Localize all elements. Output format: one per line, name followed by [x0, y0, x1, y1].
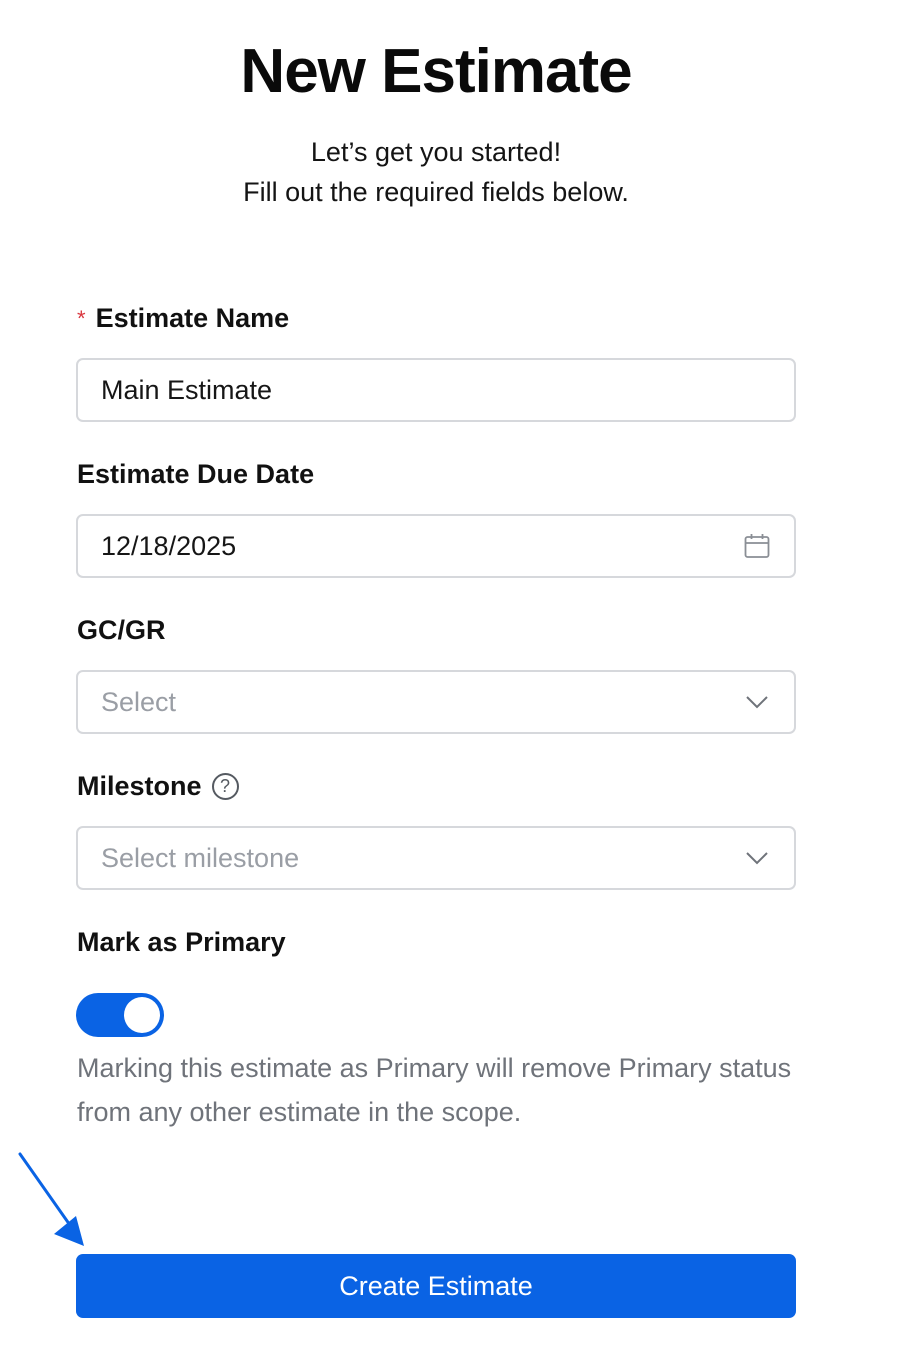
due-date-input[interactable]: 12/18/2025: [76, 514, 796, 578]
gc-gr-label-text: GC/GR: [77, 615, 166, 645]
chevron-down-icon: [742, 843, 772, 873]
gc-gr-placeholder: Select: [101, 686, 177, 717]
milestone-label: Milestone ?: [77, 771, 239, 802]
page-title: New Estimate: [240, 37, 632, 106]
primary-helper-text: Marking this estimate as Primary will re…: [77, 1053, 792, 1127]
due-date-label: Estimate Due Date: [77, 459, 314, 490]
estimate-name-value: Main Estimate: [101, 374, 273, 405]
toggle-knob: [124, 997, 160, 1033]
new-estimate-page: New Estimate Let’s get you started! Fill…: [0, 0, 908, 1362]
primary-label: Mark as Primary: [77, 927, 286, 958]
due-date-value: 12/18/2025: [101, 530, 237, 561]
pointer-arrow-icon: [18, 1152, 84, 1246]
due-date-label-text: Estimate Due Date: [77, 459, 315, 489]
milestone-placeholder: Select milestone: [101, 842, 300, 873]
milestone-select[interactable]: Select milestone: [76, 826, 796, 890]
subtitle-line-2: Fill out the required fields below.: [243, 177, 629, 207]
help-icon[interactable]: ?: [211, 773, 239, 800]
create-estimate-button[interactable]: Create Estimate: [76, 1254, 796, 1318]
subtitle-line-1: Let’s get you started!: [310, 137, 562, 167]
estimate-name-input[interactable]: Main Estimate: [76, 358, 796, 422]
estimate-name-label-text: Estimate Name: [95, 303, 290, 333]
gc-gr-label: GC/GR: [77, 615, 166, 646]
page-subtitle: Let’s get you started! Fill out the requ…: [0, 132, 872, 212]
primary-toggle[interactable]: [76, 993, 164, 1037]
required-asterisk: *: [77, 305, 86, 331]
estimate-name-label: * Estimate Name: [77, 303, 289, 334]
primary-label-text: Mark as Primary: [77, 927, 286, 957]
milestone-label-text: Milestone: [77, 771, 202, 801]
gc-gr-select[interactable]: Select: [76, 670, 796, 734]
calendar-icon[interactable]: [742, 531, 772, 561]
chevron-down-icon: [742, 687, 772, 717]
